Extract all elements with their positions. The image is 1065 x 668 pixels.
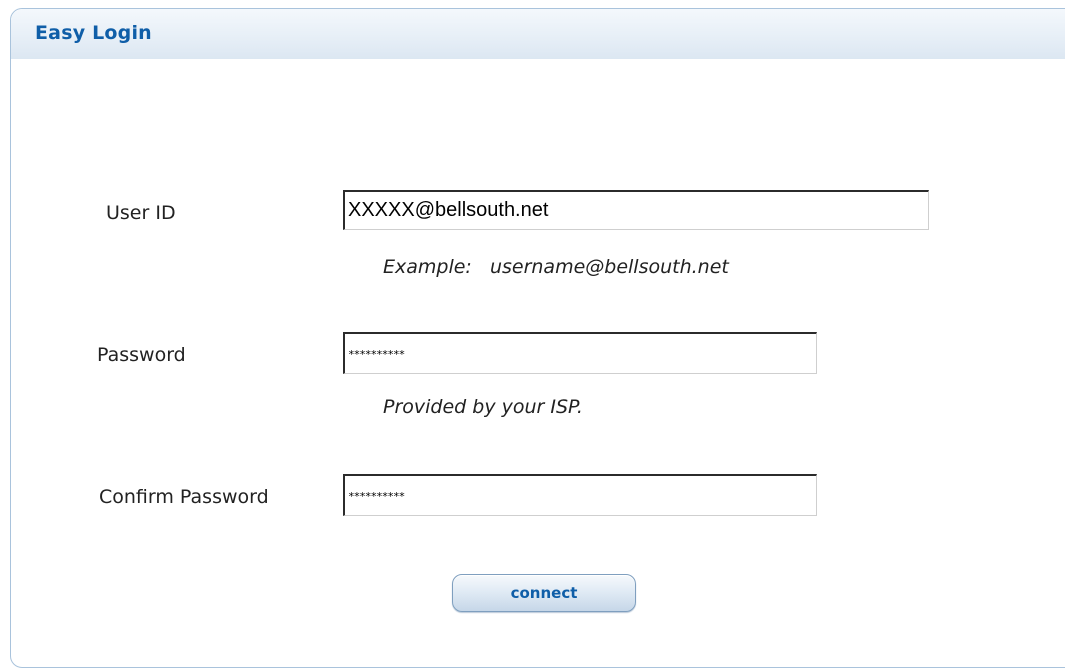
- connect-button[interactable]: connect: [452, 574, 636, 612]
- confirm-password-label: Confirm Password: [99, 486, 269, 508]
- user-id-input[interactable]: [343, 190, 929, 230]
- panel-title: Easy Login: [35, 22, 152, 44]
- panel-header: Easy Login: [11, 9, 1065, 59]
- password-hint: Provided by your ISP.: [383, 396, 583, 418]
- user-id-label: User ID: [106, 202, 176, 224]
- password-input[interactable]: [343, 332, 817, 374]
- user-id-hint: Example: username@bellsouth.net: [383, 256, 729, 278]
- password-label: Password: [97, 344, 186, 366]
- confirm-password-input[interactable]: [343, 474, 817, 516]
